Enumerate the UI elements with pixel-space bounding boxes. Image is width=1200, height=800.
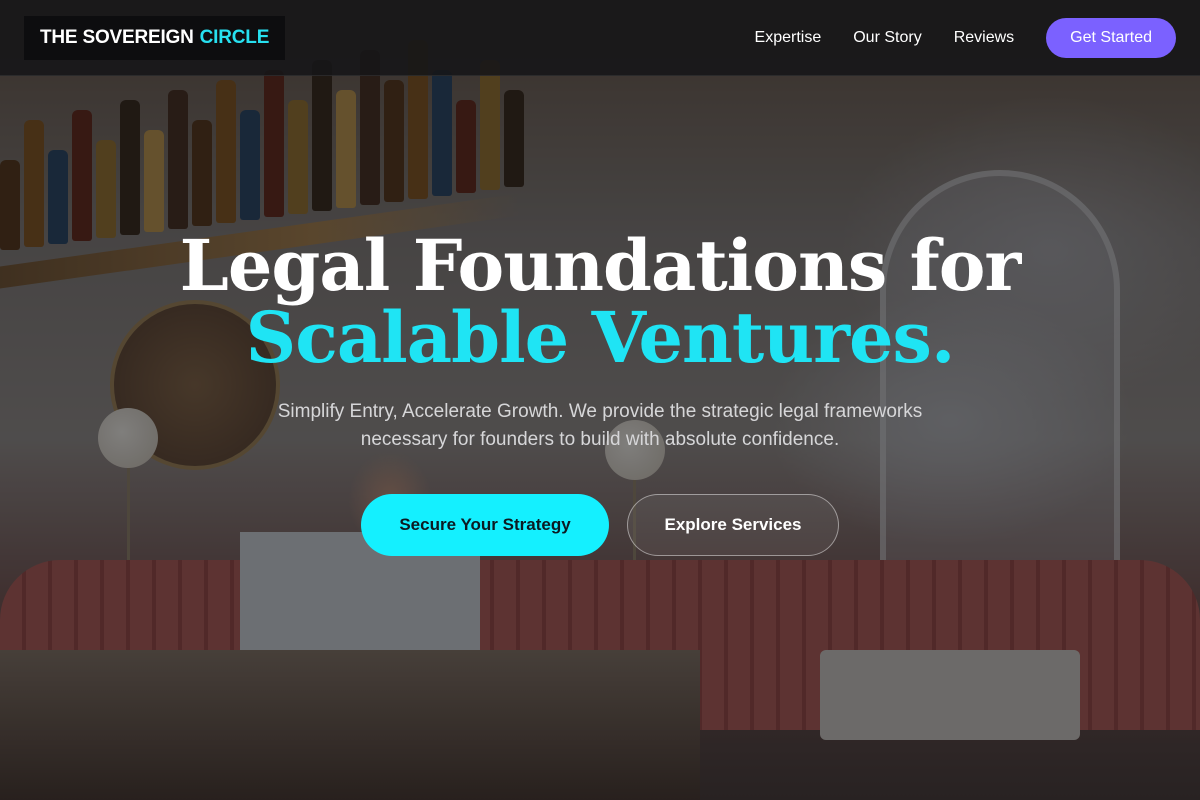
brand-name-main: THE SOVEREIGN xyxy=(40,26,194,48)
brand-logo[interactable]: THE SOVEREIGN CIRCLE xyxy=(24,15,286,60)
secure-strategy-button[interactable]: Secure Your Strategy xyxy=(361,494,609,556)
nav-links: Expertise Our Story Reviews Get Started xyxy=(755,17,1176,58)
explore-services-button[interactable]: Explore Services xyxy=(627,494,839,556)
top-navigation: THE SOVEREIGN CIRCLE Expertise Our Story… xyxy=(0,0,1200,76)
nav-link-reviews[interactable]: Reviews xyxy=(954,29,1014,47)
hero-subheading: Simplify Entry, Accelerate Growth. We pr… xyxy=(277,401,923,450)
get-started-button[interactable]: Get Started xyxy=(1046,17,1176,58)
hero-headline: Legal Foundations for Scalable Ventures. xyxy=(0,230,1200,374)
headline-line-1: Legal Foundations for xyxy=(179,224,1022,307)
hero-section: Legal Foundations for Scalable Ventures.… xyxy=(0,230,1200,556)
headline-line-2: Scalable Ventures. xyxy=(245,296,956,379)
brand-name-accent: CIRCLE xyxy=(199,26,270,48)
hero-cta-row: Secure Your Strategy Explore Services xyxy=(0,494,1200,556)
nav-link-expertise[interactable]: Expertise xyxy=(755,29,822,47)
nav-link-our-story[interactable]: Our Story xyxy=(853,29,921,47)
